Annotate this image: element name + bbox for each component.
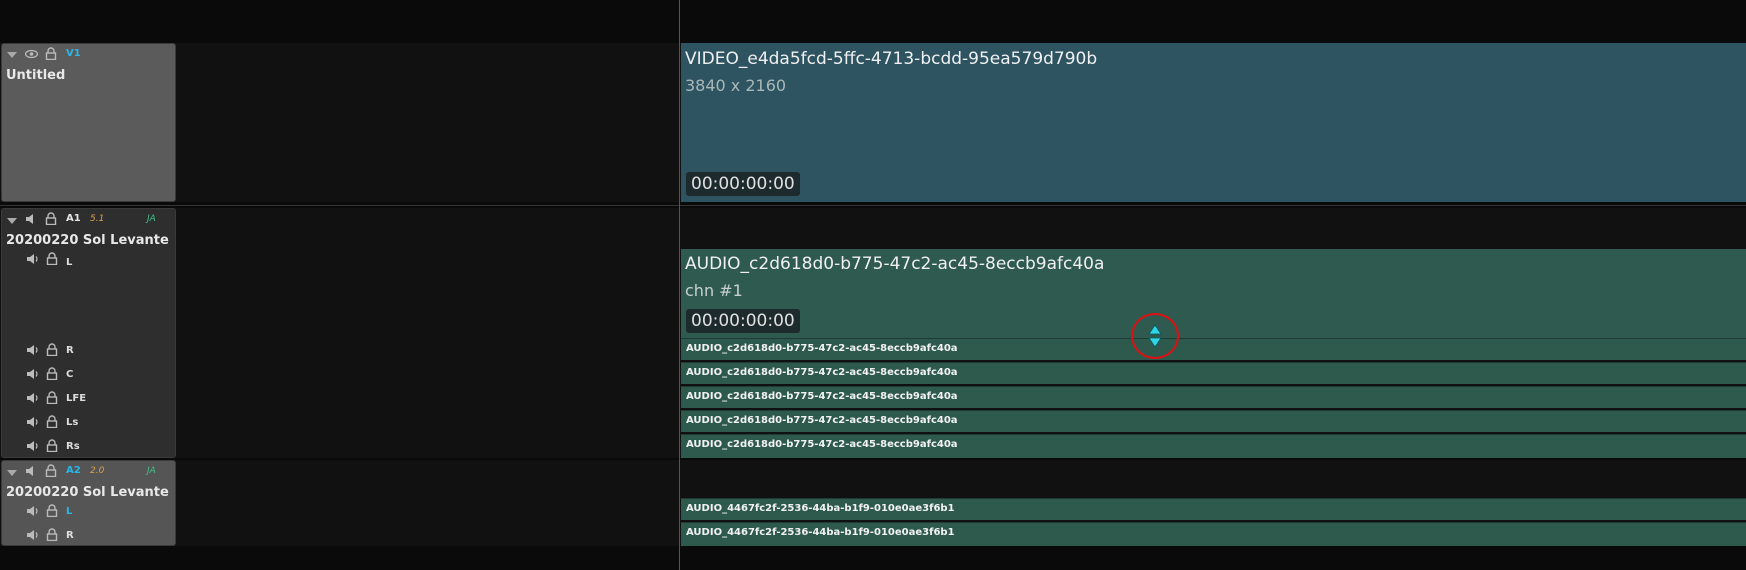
track-tag: A2 — [66, 465, 81, 476]
audio-subclip[interactable]: AUDIO_4467fc2f-2536-44ba-b1f9-010e0ae3f6… — [681, 522, 1746, 546]
lock-icon[interactable] — [46, 343, 58, 356]
audio-subclip[interactable]: AUDIO_c2d618d0-b775-47c2-ac45-8eccb9afc4… — [681, 434, 1746, 458]
channel-label: Rs — [66, 441, 80, 452]
track-header-v1[interactable]: V1 Untitled — [1, 43, 176, 202]
track-name[interactable]: Untitled — [6, 68, 65, 83]
speaker-icon[interactable] — [26, 416, 38, 428]
track-header-a1[interactable]: A1 5.1 JA 20200220 Sol Levante L R C LFE… — [1, 208, 176, 458]
channel-label: LFE — [66, 393, 87, 404]
lock-icon[interactable] — [46, 528, 58, 541]
speaker-icon[interactable] — [26, 344, 38, 356]
lock-icon[interactable] — [46, 367, 58, 380]
expand-triangle-icon[interactable] — [7, 470, 17, 476]
track-header-a2[interactable]: A2 2.0 JA 20200220 Sol Levante L R — [1, 460, 176, 546]
channel-label: R — [66, 345, 74, 356]
audio-subclip[interactable]: AUDIO_c2d618d0-b775-47c2-ac45-8eccb9afc4… — [681, 338, 1746, 360]
track-divider — [0, 205, 1746, 206]
playhead-line[interactable] — [679, 0, 680, 570]
speaker-icon[interactable] — [26, 440, 38, 452]
subclip-title: AUDIO_c2d618d0-b775-47c2-ac45-8eccb9afc4… — [686, 391, 958, 402]
lock-icon[interactable] — [45, 464, 57, 477]
expand-triangle-icon[interactable] — [7, 52, 17, 58]
clip-timecode: 00:00:00:00 — [686, 309, 800, 333]
subclip-title: AUDIO_4467fc2f-2536-44ba-b1f9-010e0ae3f6… — [686, 503, 955, 514]
lock-icon[interactable] — [45, 212, 57, 225]
audio-subclip[interactable]: AUDIO_c2d618d0-b775-47c2-ac45-8eccb9afc4… — [681, 410, 1746, 432]
lock-icon[interactable] — [46, 504, 58, 517]
speaker-icon[interactable] — [25, 213, 37, 225]
subclip-title: AUDIO_c2d618d0-b775-47c2-ac45-8eccb9afc4… — [686, 439, 958, 450]
track-name[interactable]: 20200220 Sol Levante — [6, 233, 169, 248]
subclip-title: AUDIO_4467fc2f-2536-44ba-b1f9-010e0ae3f6… — [686, 527, 955, 538]
timeline-ruler[interactable] — [0, 0, 1746, 42]
speaker-icon[interactable] — [26, 253, 38, 265]
subclip-title: AUDIO_c2d618d0-b775-47c2-ac45-8eccb9afc4… — [686, 415, 958, 426]
subclip-title: AUDIO_c2d618d0-b775-47c2-ac45-8eccb9afc4… — [686, 367, 958, 378]
speaker-icon[interactable] — [25, 465, 37, 477]
audio-clip[interactable]: AUDIO_c2d618d0-b775-47c2-ac45-8eccb9afc4… — [681, 249, 1746, 338]
eye-icon[interactable] — [25, 48, 38, 60]
lock-icon[interactable] — [46, 391, 58, 404]
speaker-icon[interactable] — [26, 392, 38, 404]
clip-title: VIDEO_e4da5fcd-5ffc-4713-bcdd-95ea579d79… — [685, 49, 1098, 69]
channel-format: 5.1 — [90, 214, 105, 224]
track-name[interactable]: 20200220 Sol Levante — [6, 485, 169, 500]
speaker-icon[interactable] — [26, 505, 38, 517]
channel-label: R — [66, 530, 74, 541]
track-tag: A1 — [66, 213, 81, 224]
clip-timecode: 00:00:00:00 — [686, 172, 800, 196]
speaker-icon[interactable] — [26, 368, 38, 380]
audio-subclip[interactable]: AUDIO_4467fc2f-2536-44ba-b1f9-010e0ae3f6… — [681, 498, 1746, 520]
channel-format: 2.0 — [90, 466, 105, 476]
subclip-title: AUDIO_c2d618d0-b775-47c2-ac45-8eccb9afc4… — [686, 343, 958, 354]
lock-icon[interactable] — [46, 439, 58, 452]
language-tag: JA — [147, 466, 156, 476]
cursor-highlight-ring — [1131, 313, 1179, 359]
channel-label: Ls — [66, 417, 79, 428]
resize-vertical-icon[interactable] — [1146, 324, 1164, 352]
clip-resolution: 3840 x 2160 — [685, 76, 787, 95]
channel-label: L — [66, 506, 73, 517]
clip-title: AUDIO_c2d618d0-b775-47c2-ac45-8eccb9afc4… — [685, 254, 1105, 274]
video-clip[interactable]: VIDEO_e4da5fcd-5ffc-4713-bcdd-95ea579d79… — [681, 43, 1746, 202]
speaker-icon[interactable] — [26, 529, 38, 541]
track-tag: V1 — [66, 48, 81, 59]
expand-triangle-icon[interactable] — [7, 218, 17, 224]
audio-subclip[interactable]: AUDIO_c2d618d0-b775-47c2-ac45-8eccb9afc4… — [681, 386, 1746, 408]
lock-icon[interactable] — [46, 252, 58, 265]
channel-label: C — [66, 369, 74, 380]
clip-channel: chn #1 — [685, 281, 743, 300]
lock-icon[interactable] — [45, 47, 57, 60]
channel-label: L — [66, 257, 73, 268]
language-tag: JA — [147, 214, 156, 224]
audio-subclip[interactable]: AUDIO_c2d618d0-b775-47c2-ac45-8eccb9afc4… — [681, 362, 1746, 384]
lock-icon[interactable] — [46, 415, 58, 428]
